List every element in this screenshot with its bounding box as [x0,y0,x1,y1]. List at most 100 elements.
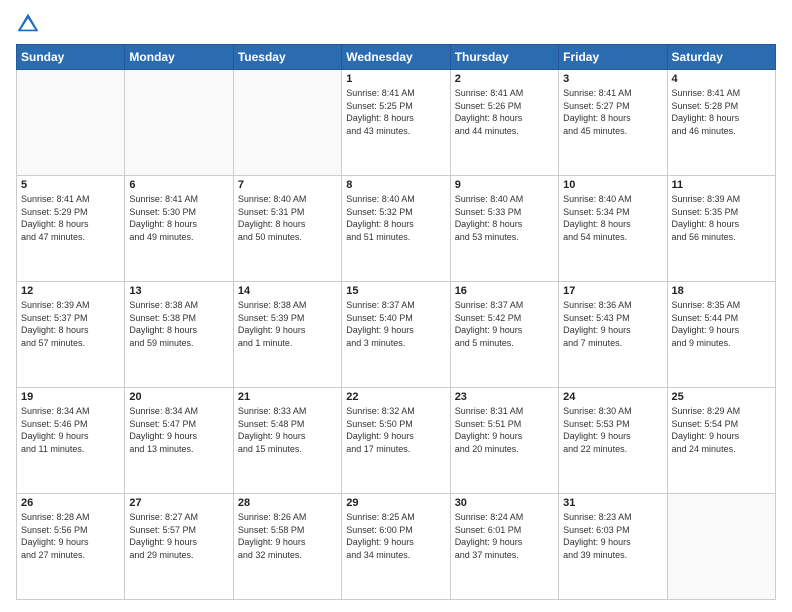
day-detail: Sunrise: 8:39 AM Sunset: 5:35 PM Dayligh… [672,193,771,243]
day-number: 5 [21,179,120,191]
day-number: 30 [455,497,554,509]
calendar-header-monday: Monday [125,45,233,70]
day-detail: Sunrise: 8:26 AM Sunset: 5:58 PM Dayligh… [238,511,337,561]
calendar-cell: 3 Sunrise: 8:41 AM Sunset: 5:27 PM Daylig… [559,70,667,176]
day-detail: Sunrise: 8:40 AM Sunset: 5:33 PM Dayligh… [455,193,554,243]
calendar-cell [17,70,125,176]
calendar-cell: 2 Sunrise: 8:41 AM Sunset: 5:26 PM Daylig… [450,70,558,176]
calendar-cell: 10 Sunrise: 8:40 AM Sunset: 5:34 PM Dayli… [559,176,667,282]
day-number: 23 [455,391,554,403]
day-number: 15 [346,285,445,297]
day-detail: Sunrise: 8:40 AM Sunset: 5:34 PM Dayligh… [563,193,662,243]
day-detail: Sunrise: 8:25 AM Sunset: 6:00 PM Dayligh… [346,511,445,561]
calendar-cell: 17 Sunrise: 8:36 AM Sunset: 5:43 PM Dayli… [559,282,667,388]
day-detail: Sunrise: 8:32 AM Sunset: 5:50 PM Dayligh… [346,405,445,455]
day-detail: Sunrise: 8:41 AM Sunset: 5:27 PM Dayligh… [563,87,662,137]
calendar-cell [125,70,233,176]
calendar-cell: 21 Sunrise: 8:33 AM Sunset: 5:48 PM Dayli… [233,388,341,494]
calendar-cell: 20 Sunrise: 8:34 AM Sunset: 5:47 PM Dayli… [125,388,233,494]
calendar-cell: 27 Sunrise: 8:27 AM Sunset: 5:57 PM Dayli… [125,494,233,600]
day-number: 20 [129,391,228,403]
day-number: 31 [563,497,662,509]
calendar-cell: 26 Sunrise: 8:28 AM Sunset: 5:56 PM Dayli… [17,494,125,600]
calendar-week-2: 5 Sunrise: 8:41 AM Sunset: 5:29 PM Daylig… [17,176,776,282]
day-number: 24 [563,391,662,403]
calendar-cell [667,494,775,600]
day-detail: Sunrise: 8:37 AM Sunset: 5:40 PM Dayligh… [346,299,445,349]
calendar-cell [233,70,341,176]
day-detail: Sunrise: 8:28 AM Sunset: 5:56 PM Dayligh… [21,511,120,561]
day-number: 11 [672,179,771,191]
day-detail: Sunrise: 8:35 AM Sunset: 5:44 PM Dayligh… [672,299,771,349]
calendar-cell: 4 Sunrise: 8:41 AM Sunset: 5:28 PM Daylig… [667,70,775,176]
calendar-cell: 28 Sunrise: 8:26 AM Sunset: 5:58 PM Dayli… [233,494,341,600]
calendar-week-5: 26 Sunrise: 8:28 AM Sunset: 5:56 PM Dayli… [17,494,776,600]
calendar-week-1: 1 Sunrise: 8:41 AM Sunset: 5:25 PM Daylig… [17,70,776,176]
day-number: 7 [238,179,337,191]
day-detail: Sunrise: 8:36 AM Sunset: 5:43 PM Dayligh… [563,299,662,349]
day-number: 2 [455,73,554,85]
day-detail: Sunrise: 8:41 AM Sunset: 5:29 PM Dayligh… [21,193,120,243]
day-number: 12 [21,285,120,297]
logo-icon [16,12,40,36]
day-detail: Sunrise: 8:23 AM Sunset: 6:03 PM Dayligh… [563,511,662,561]
day-number: 16 [455,285,554,297]
calendar-cell: 5 Sunrise: 8:41 AM Sunset: 5:29 PM Daylig… [17,176,125,282]
day-detail: Sunrise: 8:34 AM Sunset: 5:47 PM Dayligh… [129,405,228,455]
calendar-cell: 11 Sunrise: 8:39 AM Sunset: 5:35 PM Dayli… [667,176,775,282]
calendar-cell: 25Sunrise: 8:29 AM Sunset: 5:54 PM Dayli… [667,388,775,494]
day-number: 13 [129,285,228,297]
day-number: 19 [21,391,120,403]
calendar-cell: 30 Sunrise: 8:24 AM Sunset: 6:01 PM Dayli… [450,494,558,600]
day-detail: Sunrise: 8:41 AM Sunset: 5:28 PM Dayligh… [672,87,771,137]
calendar-cell: 23 Sunrise: 8:31 AM Sunset: 5:51 PM Dayli… [450,388,558,494]
day-number: 22 [346,391,445,403]
day-detail: Sunrise: 8:37 AM Sunset: 5:42 PM Dayligh… [455,299,554,349]
day-detail: Sunrise: 8:41 AM Sunset: 5:25 PM Dayligh… [346,87,445,137]
calendar-cell: 12 Sunrise: 8:39 AM Sunset: 5:37 PM Dayli… [17,282,125,388]
calendar-table: SundayMondayTuesdayWednesdayThursdayFrid… [16,44,776,600]
calendar-header-saturday: Saturday [667,45,775,70]
calendar-cell: 7Sunrise: 8:40 AM Sunset: 5:31 PM Daylig… [233,176,341,282]
day-detail: Sunrise: 8:33 AM Sunset: 5:48 PM Dayligh… [238,405,337,455]
calendar-cell: 13 Sunrise: 8:38 AM Sunset: 5:38 PM Dayli… [125,282,233,388]
calendar-cell: 24 Sunrise: 8:30 AM Sunset: 5:53 PM Dayli… [559,388,667,494]
day-detail: Sunrise: 8:41 AM Sunset: 5:26 PM Dayligh… [455,87,554,137]
page: SundayMondayTuesdayWednesdayThursdayFrid… [0,0,792,612]
calendar-cell: 9 Sunrise: 8:40 AM Sunset: 5:33 PM Daylig… [450,176,558,282]
day-number: 3 [563,73,662,85]
day-number: 26 [21,497,120,509]
calendar-cell: 31 Sunrise: 8:23 AM Sunset: 6:03 PM Dayli… [559,494,667,600]
calendar-cell: 14Sunrise: 8:38 AM Sunset: 5:39 PM Dayli… [233,282,341,388]
calendar-week-3: 12 Sunrise: 8:39 AM Sunset: 5:37 PM Dayli… [17,282,776,388]
calendar-cell: 15 Sunrise: 8:37 AM Sunset: 5:40 PM Dayli… [342,282,450,388]
day-number: 29 [346,497,445,509]
day-number: 27 [129,497,228,509]
day-number: 21 [238,391,337,403]
day-number: 6 [129,179,228,191]
calendar-cell: 8Sunrise: 8:40 AM Sunset: 5:32 PM Daylig… [342,176,450,282]
calendar-header-wednesday: Wednesday [342,45,450,70]
day-detail: Sunrise: 8:30 AM Sunset: 5:53 PM Dayligh… [563,405,662,455]
day-detail: Sunrise: 8:31 AM Sunset: 5:51 PM Dayligh… [455,405,554,455]
calendar-header-friday: Friday [559,45,667,70]
day-number: 28 [238,497,337,509]
day-detail: Sunrise: 8:41 AM Sunset: 5:30 PM Dayligh… [129,193,228,243]
day-number: 10 [563,179,662,191]
calendar-header-tuesday: Tuesday [233,45,341,70]
calendar-cell: 29 Sunrise: 8:25 AM Sunset: 6:00 PM Dayli… [342,494,450,600]
day-detail: Sunrise: 8:24 AM Sunset: 6:01 PM Dayligh… [455,511,554,561]
day-number: 18 [672,285,771,297]
day-number: 1 [346,73,445,85]
day-detail: Sunrise: 8:39 AM Sunset: 5:37 PM Dayligh… [21,299,120,349]
calendar-week-4: 19 Sunrise: 8:34 AM Sunset: 5:46 PM Dayli… [17,388,776,494]
day-number: 17 [563,285,662,297]
day-detail: Sunrise: 8:34 AM Sunset: 5:46 PM Dayligh… [21,405,120,455]
day-number: 4 [672,73,771,85]
day-number: 9 [455,179,554,191]
day-number: 25 [672,391,771,403]
day-detail: Sunrise: 8:38 AM Sunset: 5:38 PM Dayligh… [129,299,228,349]
header [16,12,776,36]
calendar-cell: 16 Sunrise: 8:37 AM Sunset: 5:42 PM Dayli… [450,282,558,388]
day-detail: Sunrise: 8:27 AM Sunset: 5:57 PM Dayligh… [129,511,228,561]
